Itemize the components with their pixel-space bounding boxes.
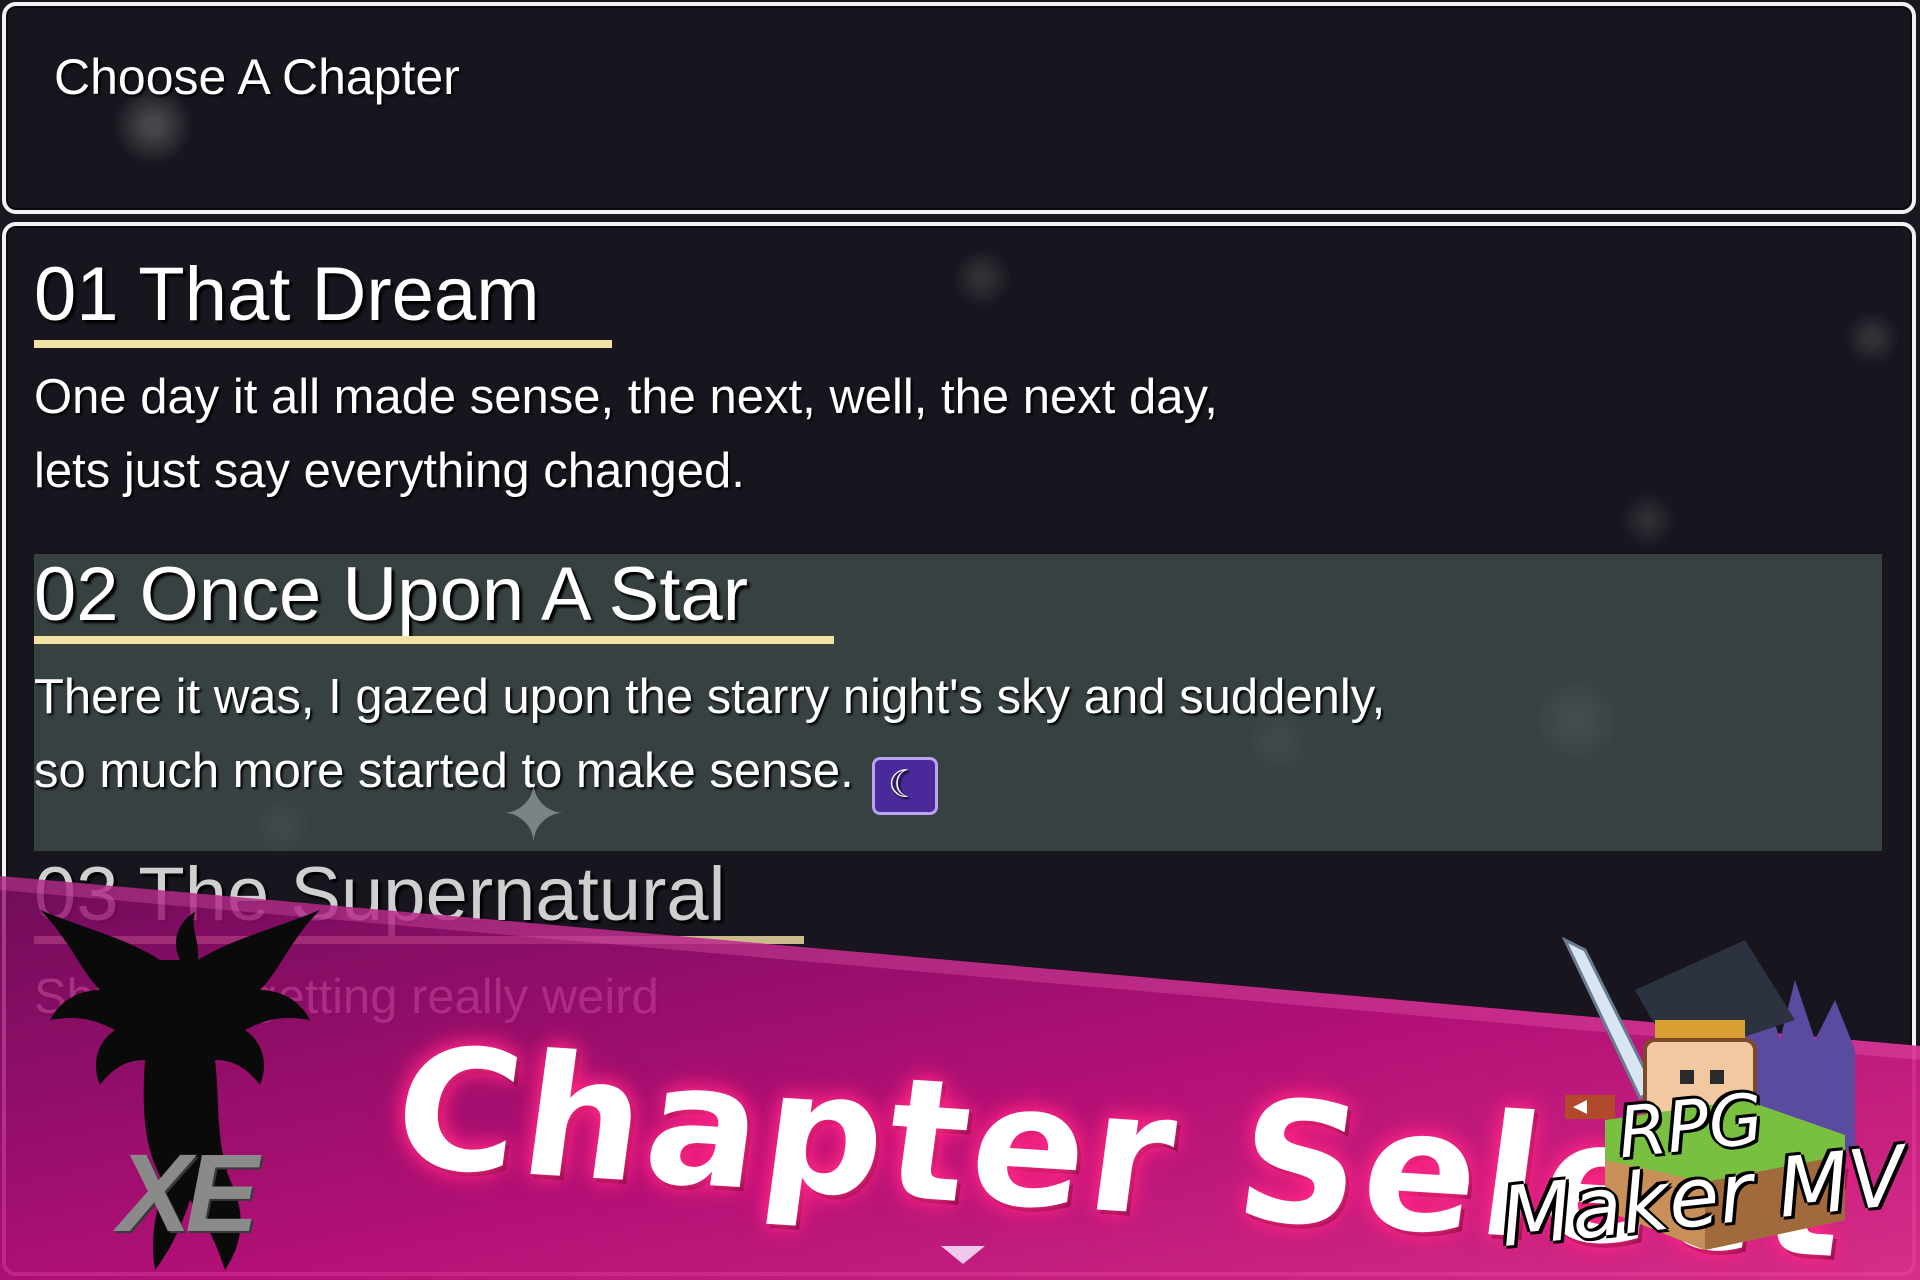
chapter-description-line-1: There it was, I gazed upon the starry ni… (34, 670, 1386, 724)
game-screen: Choose A Chapter 01 That Dream One day i… (0, 0, 1920, 1280)
chapter-title: 02 Once Upon A Star (34, 552, 749, 637)
chapter-description-line-1: One day it all made sense, the next, wel… (34, 370, 1218, 424)
chapter-description-line-2-row: so much more started to make sense. ☾ (34, 734, 938, 815)
help-text: Choose A Chapter (54, 49, 460, 105)
chapter-underline (34, 636, 834, 644)
chapter-item-1[interactable]: 01 That Dream One day it all made sense,… (34, 250, 1882, 510)
chapter-underline (34, 340, 612, 348)
sparkle-icon: ✦ (500, 770, 568, 859)
chapter-description-line-2: lets just say everything changed. (34, 444, 745, 498)
help-window: Choose A Chapter (2, 2, 1916, 214)
scroll-down-arrow-icon[interactable] (941, 1246, 985, 1264)
chapter-item-2[interactable]: 02 Once Upon A Star There it was, I gaze… (34, 550, 1882, 850)
xe-logo-text: XE (118, 1132, 259, 1255)
chapter-description-line-2: so much more started to make sense. (34, 744, 854, 798)
spiral-moon-icon: ☾ (871, 757, 938, 815)
chapter-title: 01 That Dream (34, 252, 540, 337)
